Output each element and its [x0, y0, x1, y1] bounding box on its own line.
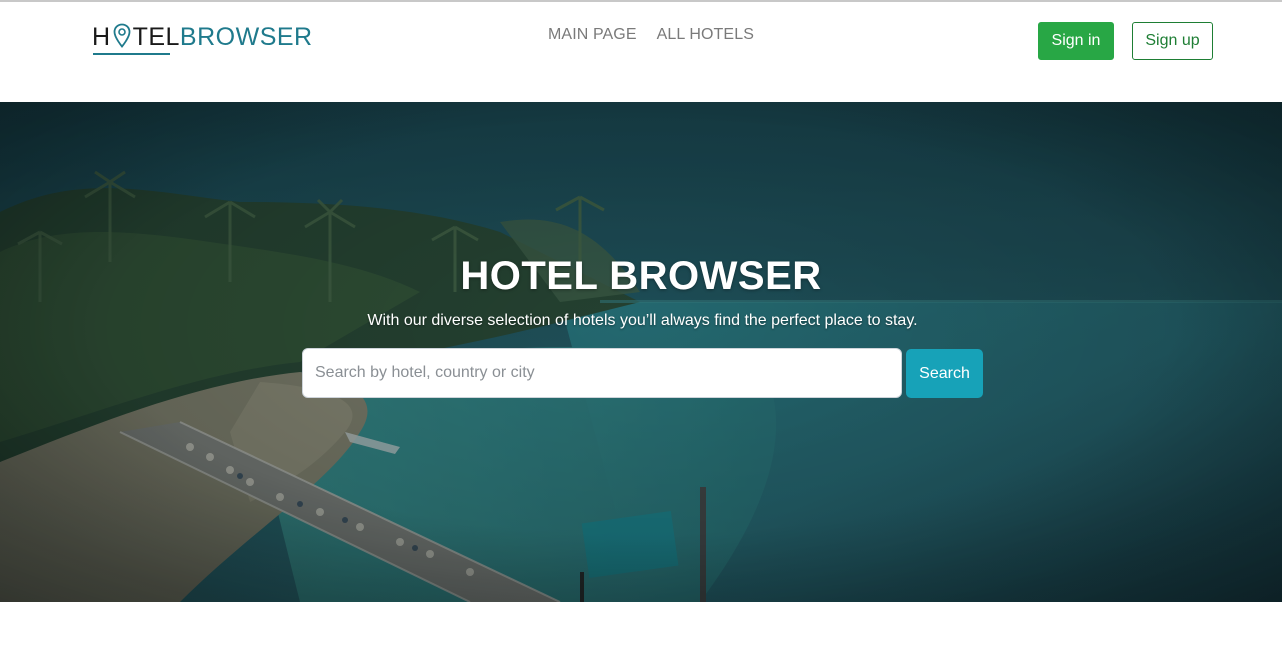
logo-underline: [93, 53, 170, 55]
hero-section: HOTEL BROWSER With our diverse selection…: [0, 102, 1282, 602]
nav-link-all-hotels[interactable]: ALL HOTELS: [657, 26, 754, 44]
sign-up-button[interactable]: Sign up: [1132, 22, 1213, 60]
map-pin-icon: [113, 23, 131, 49]
logo-text: H TEL BROWSER: [92, 20, 313, 55]
logo-text-browser: BROWSER: [179, 23, 313, 51]
logo-text-tel: TEL: [132, 23, 180, 51]
search-button[interactable]: Search: [906, 349, 983, 398]
hotel-search-input[interactable]: [302, 348, 902, 398]
sign-in-button[interactable]: Sign in: [1038, 22, 1114, 60]
main-nav: MAIN PAGE ALL HOTELS: [548, 26, 754, 44]
logo-letter-h: H: [92, 23, 111, 51]
navbar: H TEL BROWSER MAIN PAGE ALL HOTELS Sign …: [0, 2, 1282, 102]
hero-subtitle: With our diverse selection of hotels you…: [367, 312, 918, 329]
site-logo[interactable]: H TEL BROWSER: [92, 20, 313, 56]
hero-title: HOTEL BROWSER: [460, 254, 822, 298]
nav-link-main-page[interactable]: MAIN PAGE: [548, 26, 637, 44]
